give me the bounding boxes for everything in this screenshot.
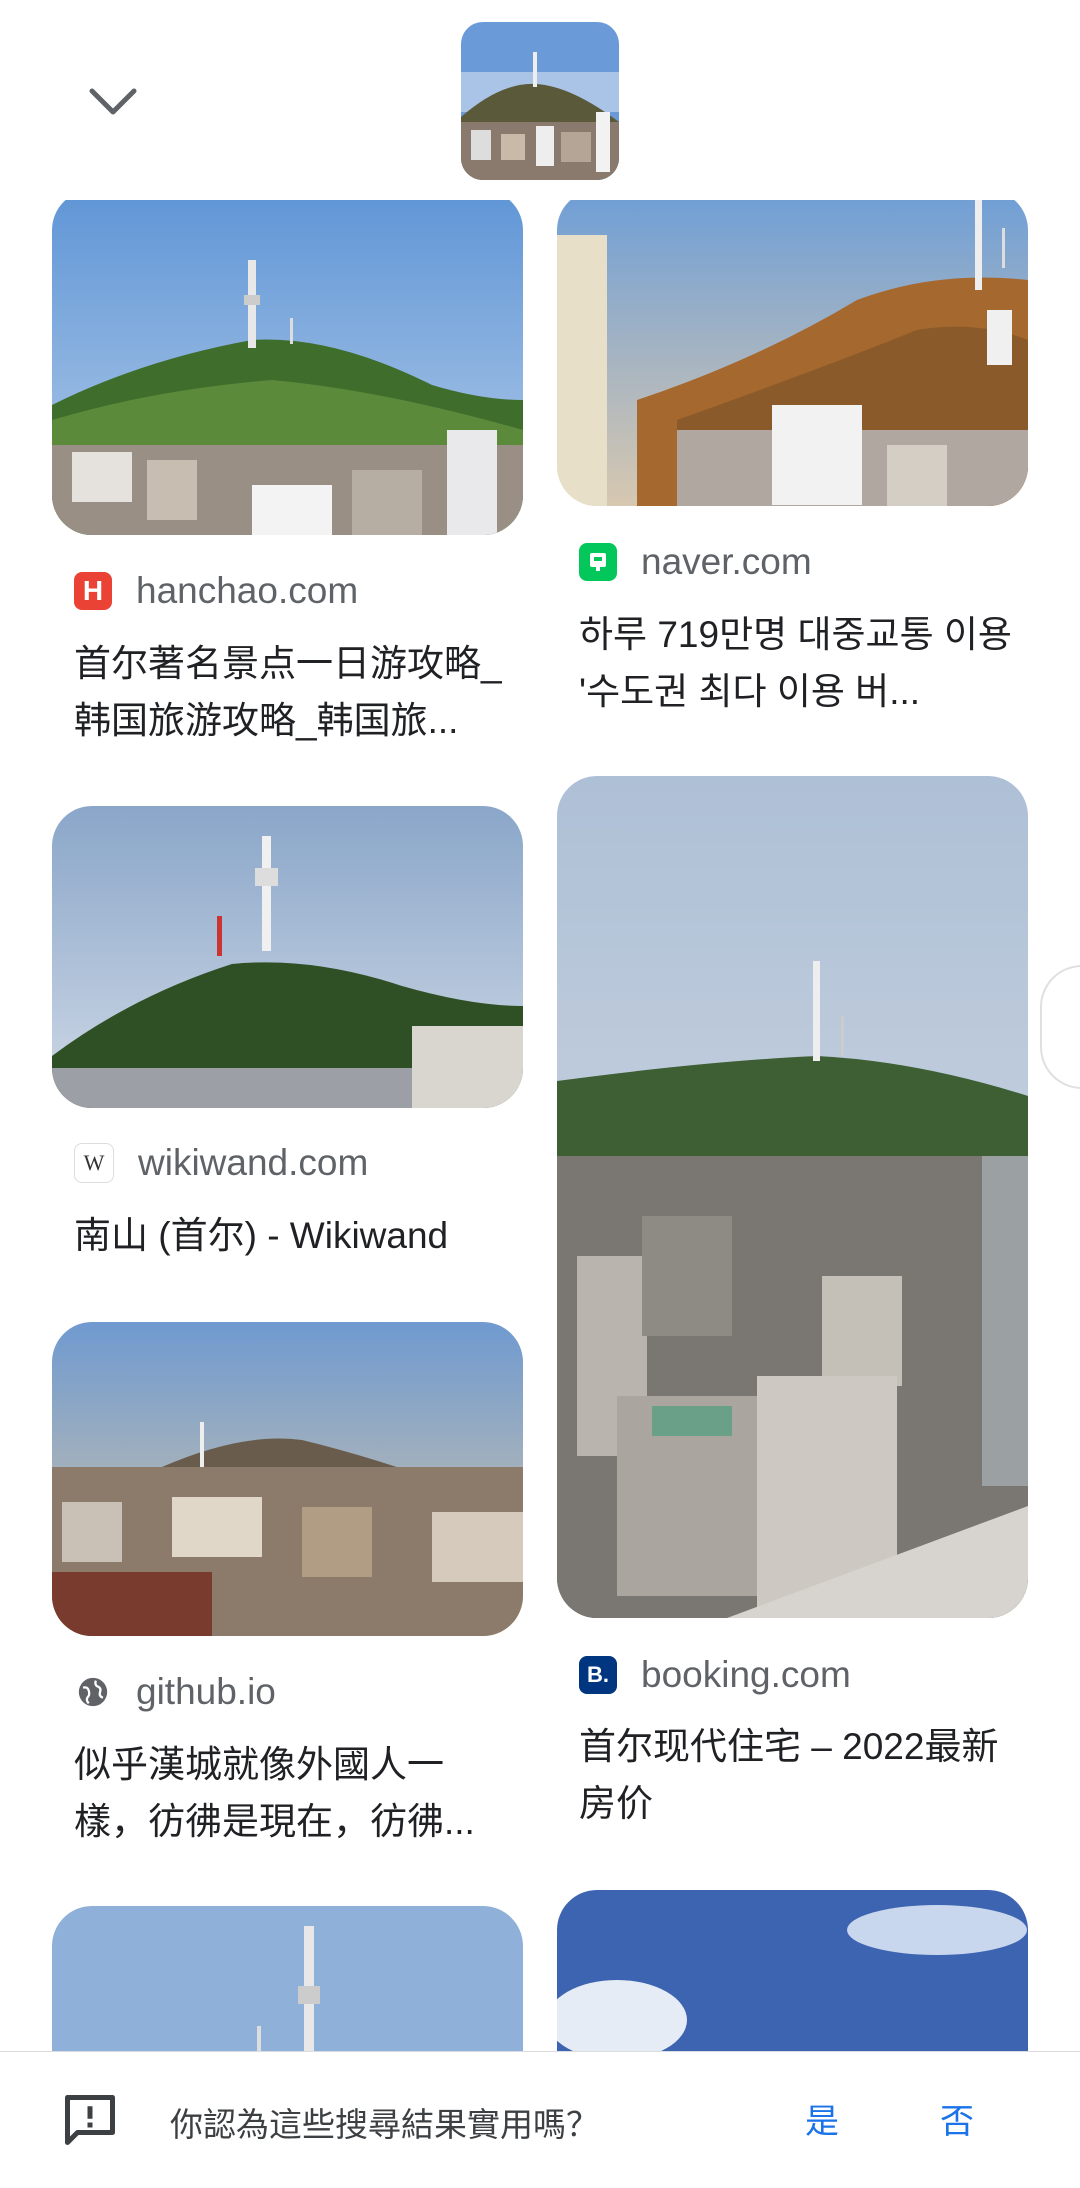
result-image[interactable] xyxy=(52,1322,523,1636)
feedback-icon xyxy=(60,2090,120,2150)
result-title[interactable]: 首尔现代住宅 – 2022最新房价 xyxy=(579,1718,1019,1832)
result-title[interactable]: 首尔著名景点一日游攻略_韩国旅游攻略_韩国旅... xyxy=(74,635,514,749)
top-bar xyxy=(0,0,1080,200)
result-source[interactable]: github.io xyxy=(74,1667,276,1717)
hanchao-favicon-icon: H xyxy=(74,572,112,610)
result-source[interactable]: B. booking.com xyxy=(579,1650,851,1700)
naver-favicon-icon xyxy=(579,543,617,581)
feedback-yes-button[interactable]: 是 xyxy=(805,2094,839,2143)
result-image[interactable] xyxy=(52,190,523,535)
result-source-name: naver.com xyxy=(641,541,812,582)
result-source[interactable]: W wikiwand.com xyxy=(74,1138,368,1188)
globe-icon xyxy=(74,1673,112,1711)
result-source-name: wikiwand.com xyxy=(138,1142,369,1183)
result-title[interactable]: 似乎漢城就像外國人一樣，彷彿是現在，彷彿... xyxy=(74,1736,514,1850)
result-source[interactable]: H hanchao.com xyxy=(74,566,358,616)
chevron-down-icon[interactable] xyxy=(78,72,148,132)
booking-favicon-icon: B. xyxy=(579,1656,617,1694)
result-title[interactable]: 南山 (首尔) - Wikiwand xyxy=(74,1207,514,1264)
result-source-name: hanchao.com xyxy=(136,570,359,611)
result-source[interactable]: naver.com xyxy=(579,537,812,587)
feedback-no-button[interactable]: 否 xyxy=(940,2094,974,2143)
result-source-name: github.io xyxy=(136,1671,276,1712)
feedback-bar: 你認為這些搜尋結果實用嗎？ 是 否 xyxy=(0,2051,1080,2188)
side-panel-handle[interactable] xyxy=(1040,965,1080,1089)
wikiwand-favicon-icon: W xyxy=(74,1143,114,1183)
result-source-name: booking.com xyxy=(641,1654,851,1695)
result-image[interactable] xyxy=(52,806,523,1108)
result-image[interactable] xyxy=(557,776,1028,1618)
query-image-thumbnail[interactable] xyxy=(461,22,619,180)
feedback-question: 你認為這些搜尋結果實用嗎？ xyxy=(170,2106,599,2143)
result-image[interactable] xyxy=(557,190,1028,506)
result-title[interactable]: 하루 719만명 대중교통 이용 '수도권 최다 이용 버... xyxy=(579,606,1019,720)
